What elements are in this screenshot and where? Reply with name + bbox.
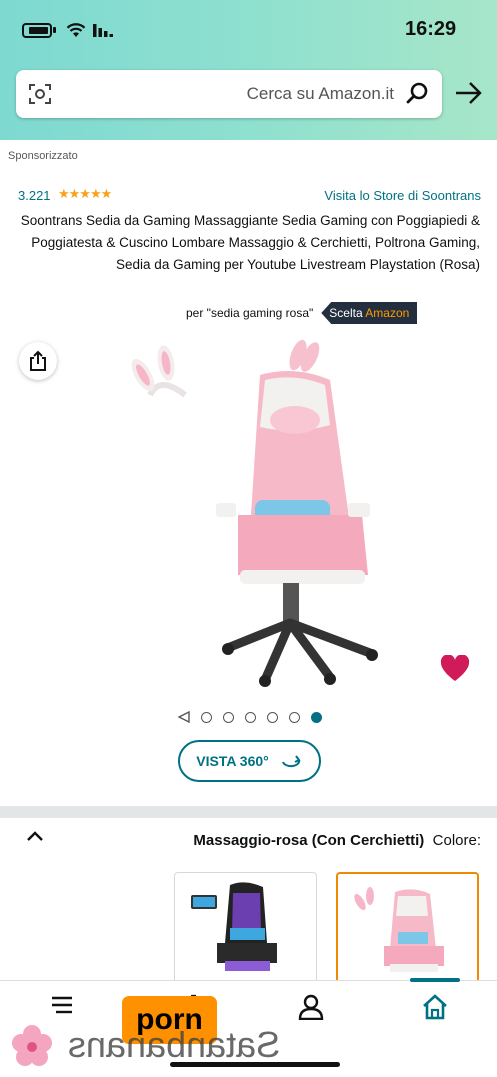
choice-query: per "sedia gaming rosa" xyxy=(186,306,314,320)
watermark-name: Satanbanans xyxy=(68,1024,281,1065)
share-icon xyxy=(30,350,46,371)
swatch-image xyxy=(354,887,444,972)
sponsored-label: Sponsorizzato xyxy=(8,150,78,162)
search-input[interactable]: Cerca su Amazon.it xyxy=(247,84,394,104)
menu-icon[interactable] xyxy=(50,994,74,1016)
rating-count[interactable]: 3.221 xyxy=(18,188,51,203)
color-selector-label: Massaggio-rosa (Con Cerchietti) Colore: xyxy=(193,832,481,849)
nav-active-indicator xyxy=(410,978,460,982)
arrow-icon[interactable] xyxy=(454,80,484,106)
color-swatch-pink[interactable] xyxy=(336,872,479,992)
view-360-label: VISTA 360° xyxy=(196,753,269,769)
play-icon[interactable] xyxy=(178,711,190,723)
heart-icon[interactable] xyxy=(440,655,470,683)
search-bar[interactable]: Cerca su Amazon.it xyxy=(16,70,442,118)
carousel-dot[interactable] xyxy=(267,711,278,723)
amazon-choice: per "sedia gaming rosa" Scelta Amazon xyxy=(186,302,418,324)
carousel-dots xyxy=(178,711,322,723)
star-rating[interactable]: ★★★★★ xyxy=(58,186,112,202)
signal-icon xyxy=(93,24,113,37)
swatch-image xyxy=(191,882,277,971)
section-divider xyxy=(0,806,497,818)
chevron-up-icon[interactable] xyxy=(26,830,44,842)
battery-icon xyxy=(22,22,52,38)
carousel-dot[interactable] xyxy=(289,711,300,723)
view-360-button[interactable]: VISTA 360° xyxy=(178,740,321,782)
choice-badge-prefix: Scelta xyxy=(329,306,366,320)
carousel-dot[interactable] xyxy=(223,711,234,723)
battery-tip xyxy=(53,27,56,33)
product-image[interactable] xyxy=(120,335,390,695)
status-time: 16:29 xyxy=(405,18,457,40)
product-title: Soontrans Sedia da Gaming Massaggiante S… xyxy=(20,213,480,272)
header: 16:29 Cerca su Amazon.it xyxy=(0,0,497,140)
search-icon[interactable] xyxy=(406,81,430,105)
status-icons xyxy=(22,22,113,38)
choice-badge-brand: Amazon xyxy=(365,306,410,320)
home-icon[interactable] xyxy=(422,994,448,1020)
camera-icon[interactable] xyxy=(28,82,52,106)
carousel-dot[interactable] xyxy=(245,711,256,723)
flower-icon xyxy=(12,1025,52,1066)
wifi-icon xyxy=(66,23,86,37)
choice-badge: Scelta Amazon xyxy=(321,302,418,324)
carousel-dot[interactable] xyxy=(201,711,212,723)
share-button[interactable] xyxy=(19,342,57,380)
home-indicator[interactable] xyxy=(170,1062,340,1067)
store-link[interactable]: Visita lo Store di Soontrans xyxy=(324,188,481,203)
color-label: Colore: xyxy=(432,832,481,849)
carousel-dot-active[interactable] xyxy=(311,711,322,723)
color-swatch-black-purple[interactable] xyxy=(174,872,317,992)
account-icon[interactable] xyxy=(298,994,324,1020)
rotate-icon xyxy=(281,755,301,768)
color-value: Massaggio-rosa (Con Cerchietti) xyxy=(193,832,425,849)
